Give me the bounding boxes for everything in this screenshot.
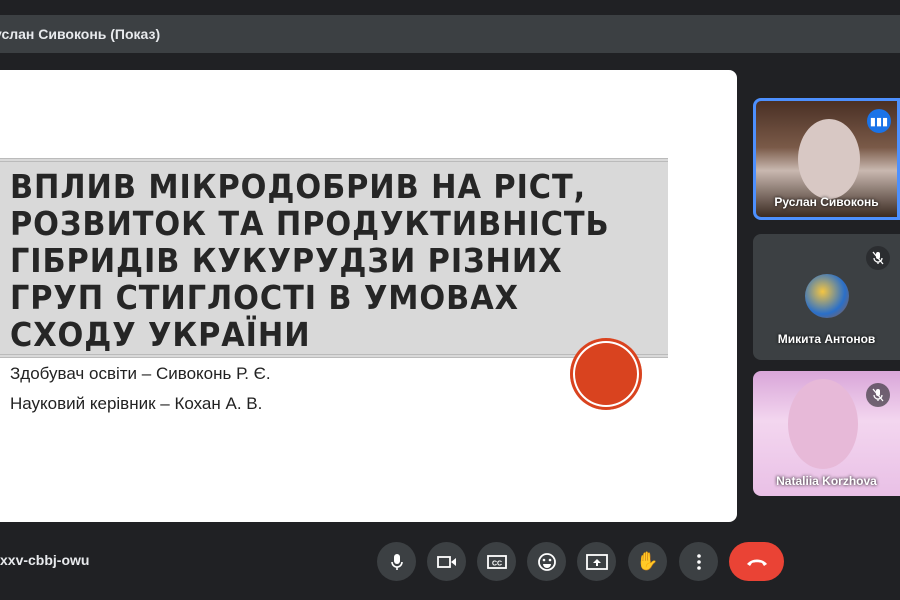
more-options-button[interactable] [679,542,718,581]
participant-tile[interactable]: Микита Антонов [753,234,900,360]
camera-button[interactable] [427,542,466,581]
more-vert-icon [696,553,701,570]
raise-hand-button[interactable]: ✋ [628,542,667,581]
participant-name: Микита Антонов [777,332,876,346]
participant-name: Nataliia Korzhova [776,474,877,488]
slide-author: Здобувач освіти – Сивоконь Р. Є. [10,364,271,383]
microphone-icon [390,553,403,570]
leave-call-button[interactable] [729,542,784,581]
captions-icon: CC [486,554,507,569]
svg-text:CC: CC [491,560,501,567]
participant-tile[interactable]: Nataliia Korzhova [753,371,900,496]
shared-slide: ВПЛИВ МІКРОДОБРИВ НА РІСТ, РОЗВИТОК ТА П… [0,70,737,522]
mic-off-icon [866,246,890,270]
decorative-circle [570,338,642,410]
present-icon [585,553,608,570]
microphone-button[interactable] [377,542,416,581]
captions-button[interactable]: CC [477,542,516,581]
phone-hangup-icon [746,559,767,566]
participant-name: Руслан Сивоконь [774,195,879,209]
speaking-icon: ▮▮▮ [867,109,891,133]
participant-tile[interactable]: ▮▮▮ Руслан Сивоконь [753,98,900,220]
emoji-button[interactable] [527,542,566,581]
present-button[interactable] [577,542,616,581]
presenter-banner: услан Сивоконь (Показ) [0,15,900,53]
hand-icon: ✋ [636,551,659,571]
camera-icon [436,555,456,568]
emoji-icon [537,552,556,571]
slide-title: ВПЛИВ МІКРОДОБРИВ НА РІСТ, РОЗВИТОК ТА П… [10,167,610,354]
mic-off-icon [866,383,890,407]
avatar [805,274,849,318]
meeting-code: xxv-cbbj-owu [0,552,90,568]
video-feed [798,119,860,199]
slide-supervisor: Науковий керівник – Кохан А. В. [10,394,263,413]
video-feed [788,379,858,469]
